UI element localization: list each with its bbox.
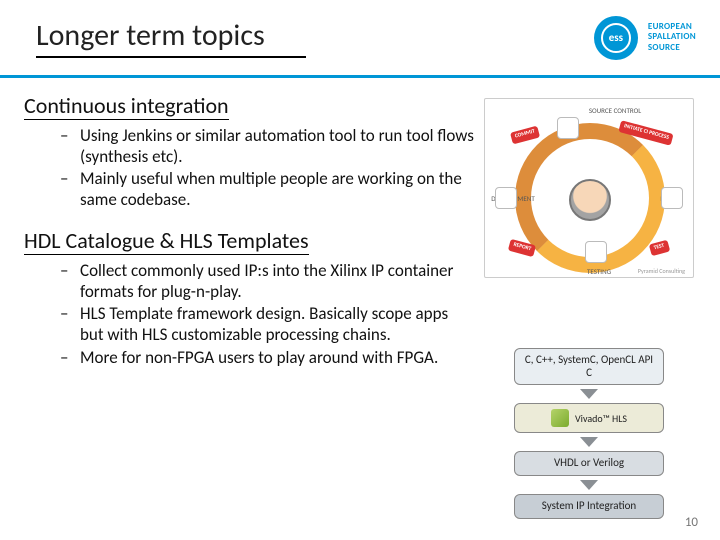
ess-logo-icon: ess <box>594 16 638 60</box>
page-number: 10 <box>685 515 698 530</box>
flow-box-hls-label: Vivado™ HLS <box>575 413 627 425</box>
list-item: Using Jenkins or similar automation tool… <box>66 126 474 167</box>
vivado-logo-icon <box>551 409 569 427</box>
section-heading-hdl: HDL Catalogue & HLS Templates <box>24 227 309 255</box>
arrow-down-icon <box>580 389 598 399</box>
testing-icon <box>585 241 607 263</box>
development-icon <box>495 187 517 209</box>
ci-center <box>559 169 621 231</box>
flow-box-system: System IP Integration <box>514 494 664 519</box>
list-item: Mainly useful when multiple people are w… <box>66 169 474 210</box>
flow-box-hls: Vivado™ HLS <box>514 403 664 433</box>
list-item: More for non-FPGA users to play around w… <box>66 348 474 369</box>
text-column: Continuous integration Using Jenkins or … <box>24 92 484 519</box>
title-wrap: Longer term topics <box>0 17 594 58</box>
build-icon <box>661 187 683 209</box>
arrow-down-icon <box>580 480 598 490</box>
ess-logo-text: ess <box>601 23 631 53</box>
section-heading-ci: Continuous integration <box>24 92 229 120</box>
ci-label-testing: TESTING <box>569 268 629 275</box>
org-line-3: SOURCE <box>648 43 696 53</box>
ci-badge-commit: COMMIT <box>510 126 540 144</box>
source-control-icon <box>557 117 579 139</box>
bullet-list-ci: Using Jenkins or similar automation tool… <box>24 126 474 211</box>
image-column: SOURCE CONTROL BUILD TESTING DEVELOPMENT… <box>484 92 702 519</box>
ci-label-source: SOURCE CONTROL <box>585 107 645 114</box>
hls-flow-graphic: C, C++, SystemC, OpenCL API C Vivado™ HL… <box>504 348 674 519</box>
arrow-down-icon <box>580 437 598 447</box>
title-underline <box>36 56 306 58</box>
jenkins-icon <box>569 179 611 221</box>
ci-graphic-caption: Pyramid Consulting <box>638 267 685 275</box>
ci-badge-test: TEST <box>649 239 670 255</box>
ci-cycle-graphic: SOURCE CONTROL BUILD TESTING DEVELOPMENT… <box>484 98 694 278</box>
slide-header: Longer term topics ess EUROPEAN SPALLATI… <box>0 0 720 78</box>
logo-area: ess EUROPEAN SPALLATION SOURCE <box>594 16 720 60</box>
flow-box-languages: C, C++, SystemC, OpenCL API C <box>514 348 664 385</box>
list-item: HLS Template framework design. Basically… <box>66 304 474 345</box>
list-item: Collect commonly used IP:s into the Xili… <box>66 261 474 302</box>
flow-box-hdl: VHDL or Verilog <box>514 451 664 476</box>
org-name: EUROPEAN SPALLATION SOURCE <box>648 22 696 53</box>
bullet-list-hdl: Collect commonly used IP:s into the Xili… <box>24 261 474 369</box>
slide-content: Continuous integration Using Jenkins or … <box>0 78 720 519</box>
page-title: Longer term topics <box>36 17 594 54</box>
